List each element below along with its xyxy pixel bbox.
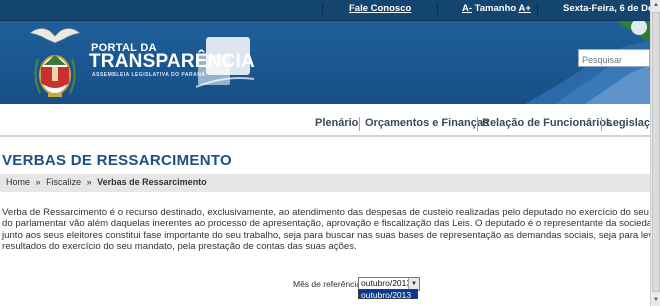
month-label: Mês de referência: [293, 279, 364, 289]
breadcrumb-separator: » [35, 177, 41, 187]
breadcrumb-section[interactable]: Fiscalize [46, 177, 81, 187]
month-option[interactable]: outubro/2013 [358, 289, 418, 300]
description-line: do parlamentar vão além daquelas inerent… [2, 218, 660, 230]
font-size-control: A- Tamanho A+ [462, 3, 531, 14]
menu-separator [359, 117, 360, 131]
menu-divider [0, 135, 650, 137]
breadcrumb-bar: Home » Fiscalize » Verbas de Ressarcimen… [0, 174, 650, 192]
font-increase-button[interactable]: A+ [519, 3, 531, 14]
description-line: Verba de Ressarcimento é o recurso desti… [2, 207, 660, 218]
menu-item-funcionarios[interactable]: Relação de Funcionários [482, 117, 612, 129]
scroll-down-icon[interactable]: ▼ [651, 295, 660, 306]
parana-crest-icon [29, 28, 81, 97]
menu-item-plenario[interactable]: Plenário [315, 117, 358, 129]
scroll-up-icon[interactable]: ▲ [651, 0, 660, 11]
contact-link[interactable]: Fale Conosco [349, 3, 411, 14]
description-line: junto aos seus eleitores constitui fase … [2, 229, 660, 241]
breadcrumb-current: Verbas de Ressarcimento [97, 177, 207, 187]
description: Verba de Ressarcimento é o recurso desti… [2, 207, 660, 252]
month-selected-value: outubro/2013 [361, 278, 412, 288]
divider [537, 3, 538, 17]
scroll-thumb[interactable] [652, 12, 660, 292]
breadcrumb-separator: » [86, 177, 92, 187]
menu-item-orcamentos[interactable]: Orçamentos e Finanças [365, 117, 489, 129]
description-line: resultados do exercício do seu mandato, … [2, 240, 357, 252]
breadcrumb-home[interactable]: Home [6, 177, 30, 187]
font-decrease-button[interactable]: A- [462, 3, 472, 14]
logo-line3: ASSEMBLEIA LEGISLATIVA DO PARANÁ [92, 72, 206, 78]
top-bar: Fale Conosco A- Tamanho A+ Sexta-Feira, … [0, 0, 660, 21]
search-box [578, 49, 650, 67]
current-date: Sexta-Feira, 6 de Deze [563, 3, 660, 14]
menu-separator [477, 117, 478, 131]
divider [437, 3, 438, 17]
main-menu: Plenário Orçamentos e Finanças Relação d… [0, 105, 660, 137]
scrollbar[interactable]: ▲ ▼ [650, 0, 660, 306]
header-banner: PORTAL DA TRANSPARÊNCIA ASSEMBLEIA LEGIS… [0, 21, 660, 104]
search-input[interactable] [579, 53, 649, 67]
portal-logo-mark-icon [196, 37, 254, 88]
breadcrumb: Home » Fiscalize » Verbas de Ressarcimen… [6, 177, 207, 187]
divider [322, 3, 323, 17]
font-size-label: Tamanho [474, 3, 517, 14]
page-title: VERBAS DE RESSARCIMENTO [2, 152, 232, 169]
menu-separator [601, 117, 602, 131]
